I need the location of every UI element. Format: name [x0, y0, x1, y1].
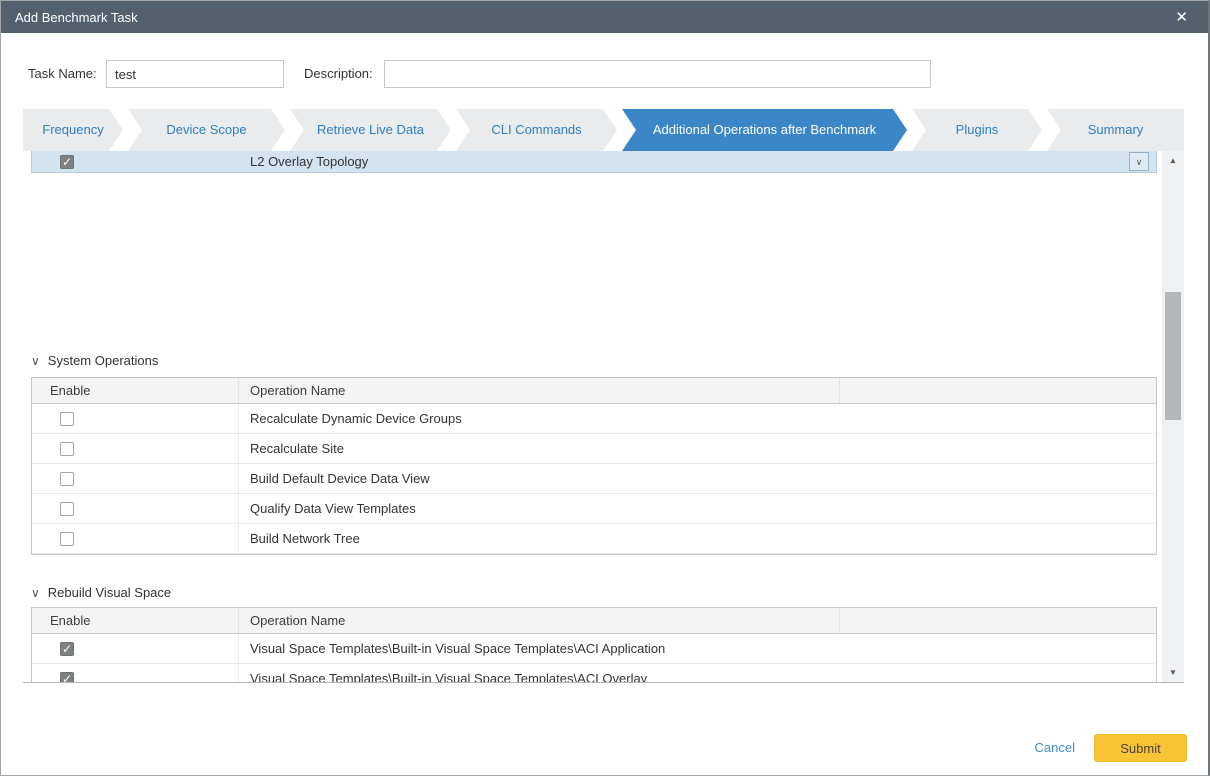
- vertical-scrollbar[interactable]: ▲ ▼: [1162, 151, 1184, 683]
- operation-label: Recalculate Site: [239, 441, 840, 456]
- tab-plugins[interactable]: Plugins: [912, 109, 1042, 151]
- section-title: Rebuild Visual Space: [48, 585, 171, 600]
- operation-label: Visual Space Templates\Built-in Visual S…: [239, 641, 840, 656]
- section-header-system-operations[interactable]: ∨ System Operations: [31, 353, 158, 368]
- scrollbar-thumb[interactable]: [1165, 292, 1181, 420]
- checkbox[interactable]: [60, 155, 74, 169]
- tab-frequency[interactable]: Frequency: [23, 109, 123, 151]
- checkbox[interactable]: [60, 502, 74, 516]
- table-header: Enable Operation Name: [32, 378, 1156, 404]
- task-name-input[interactable]: [106, 60, 284, 88]
- checkbox[interactable]: [60, 472, 74, 486]
- operation-label: Build Default Device Data View: [239, 471, 840, 486]
- task-name-label: Task Name:: [28, 66, 97, 81]
- table-row[interactable]: Qualify Data View Templates: [32, 494, 1156, 524]
- add-benchmark-task-dialog: { "dialog": { "title": "Add Benchmark Ta…: [0, 0, 1210, 776]
- operation-label: Qualify Data View Templates: [239, 501, 840, 516]
- section-header-rebuild-visual-space[interactable]: ∨ Rebuild Visual Space: [31, 585, 171, 600]
- section-title: System Operations: [48, 353, 159, 368]
- description-input[interactable]: [384, 60, 931, 88]
- scroll-down-icon[interactable]: ▼: [1162, 665, 1184, 681]
- column-header-extra: [840, 608, 1156, 633]
- table-row-l2-overlay-topology[interactable]: L2 Overlay Topology ∨: [31, 151, 1157, 173]
- dialog-titlebar: Add Benchmark Task ✕: [1, 1, 1208, 33]
- rebuild-visual-space-table: Enable Operation Name Visual Space Templ…: [31, 607, 1157, 683]
- table-row[interactable]: Build Default Device Data View: [32, 464, 1156, 494]
- table-row[interactable]: Visual Space Templates\Built-in Visual S…: [32, 664, 1156, 683]
- tab-summary[interactable]: Summary: [1047, 109, 1184, 151]
- operations-scroll-area: L2 Overlay Topology ∨ ∨ System Operations…: [23, 151, 1184, 683]
- table-row[interactable]: Build Network Tree: [32, 524, 1156, 554]
- column-header-enable: Enable: [32, 378, 239, 403]
- operation-label: Build Network Tree: [239, 531, 840, 546]
- table-row[interactable]: Recalculate Dynamic Device Groups: [32, 404, 1156, 434]
- system-operations-table: Enable Operation Name Recalculate Dynami…: [31, 377, 1157, 555]
- tab-device-scope[interactable]: Device Scope: [128, 109, 285, 151]
- cancel-button[interactable]: Cancel: [1035, 740, 1075, 755]
- table-row[interactable]: Visual Space Templates\Built-in Visual S…: [32, 634, 1156, 664]
- column-header-extra: [840, 378, 1156, 403]
- scroll-up-icon[interactable]: ▲: [1162, 153, 1184, 169]
- column-header-operation-name: Operation Name: [239, 378, 840, 403]
- close-icon[interactable]: ✕: [1169, 8, 1194, 27]
- checkbox[interactable]: [60, 412, 74, 426]
- operation-label: Recalculate Dynamic Device Groups: [239, 411, 840, 426]
- collapse-icon[interactable]: ∨: [31, 354, 40, 368]
- operation-label: Visual Space Templates\Built-in Visual S…: [239, 671, 840, 683]
- table-row[interactable]: Recalculate Site: [32, 434, 1156, 464]
- dialog-footer: Cancel Submit: [1, 713, 1208, 775]
- operation-label: L2 Overlay Topology: [250, 154, 368, 169]
- checkbox[interactable]: [60, 442, 74, 456]
- checkbox[interactable]: [60, 642, 74, 656]
- tab-additional-operations[interactable]: Additional Operations after Benchmark: [622, 109, 907, 151]
- task-form: Task Name: Description:: [1, 60, 1208, 88]
- chevron-down-icon[interactable]: ∨: [1129, 152, 1149, 171]
- wizard-tabbar: Frequency Device Scope Retrieve Live Dat…: [23, 109, 1184, 151]
- dialog-title: Add Benchmark Task: [15, 10, 138, 25]
- submit-button[interactable]: Submit: [1094, 734, 1187, 762]
- table-header: Enable Operation Name: [32, 608, 1156, 634]
- checkbox[interactable]: [60, 672, 74, 684]
- description-label: Description:: [304, 66, 373, 81]
- tab-retrieve-live-data[interactable]: Retrieve Live Data: [290, 109, 451, 151]
- collapse-icon[interactable]: ∨: [31, 586, 40, 600]
- column-header-enable: Enable: [32, 608, 239, 633]
- tab-cli-commands[interactable]: CLI Commands: [456, 109, 617, 151]
- checkbox[interactable]: [60, 532, 74, 546]
- column-header-operation-name: Operation Name: [239, 608, 840, 633]
